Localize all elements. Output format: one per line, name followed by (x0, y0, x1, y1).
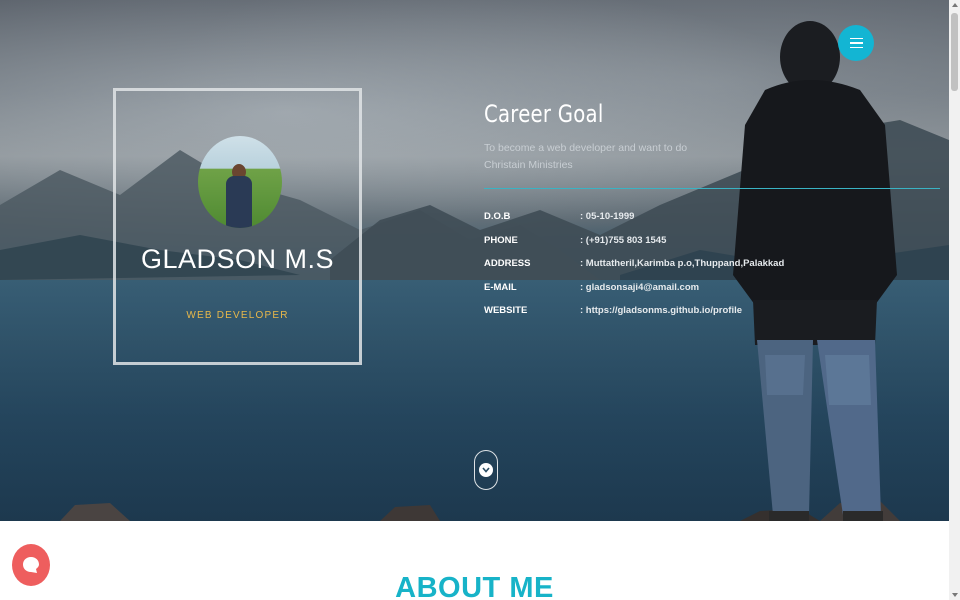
info-value: : (+91)755 803 1545 (580, 234, 667, 246)
info-key: ADDRESS (484, 258, 531, 270)
info-key: PHONE (484, 234, 518, 246)
chat-button[interactable] (12, 544, 50, 586)
info-value[interactable]: : gladsonsaji4@amail.com (580, 282, 699, 293)
career-section: Career Goal To become a web developer an… (484, 100, 940, 323)
avatar (198, 136, 282, 228)
hamburger-icon (849, 37, 863, 40)
info-key: WEBSITE (484, 305, 528, 317)
info-row-website: WEBSITE : https://gladsonms.github.io/pr… (484, 299, 940, 323)
scroll-down-arrow[interactable] (952, 593, 958, 597)
info-key: E-MAIL (484, 281, 517, 293)
profile-role: WEB DEVELOPER (186, 310, 289, 321)
info-row-address: ADDRESS : Muttatheril,Karimba p.o,Thuppa… (484, 252, 940, 276)
career-divider (484, 188, 940, 189)
chevron-down-icon (479, 463, 493, 477)
info-value: : 05-10-1999 (580, 211, 635, 223)
info-list: D.O.B : 05-10-1999 PHONE : (+91)755 803 … (484, 205, 940, 323)
avatar-body (226, 176, 252, 228)
info-value[interactable]: : https://gladsonms.github.io/profile (580, 305, 742, 316)
scroll-up-arrow[interactable] (952, 3, 958, 7)
info-row-dob: D.O.B : 05-10-1999 (484, 205, 940, 229)
page-scrollbar[interactable] (949, 0, 960, 600)
info-value: : Muttatheril,Karimba p.o,Thuppand,Palak… (580, 258, 785, 270)
career-text: To become a web developer and want to do… (484, 142, 688, 171)
hamburger-icon (849, 42, 863, 44)
scroll-down-button[interactable] (474, 450, 498, 490)
hero-section: GLADSON M.S WEB DEVELOPER Career Goal To… (0, 0, 949, 521)
chat-bubble-icon (23, 557, 39, 573)
scrollbar-thumb[interactable] (951, 13, 958, 91)
menu-button[interactable] (838, 25, 874, 61)
profile-name: GLADSON M.S (140, 244, 335, 274)
info-key: D.O.B (484, 211, 511, 223)
info-row-phone: PHONE : (+91)755 803 1545 (484, 229, 940, 253)
career-title: Career Goal (484, 100, 604, 128)
hamburger-icon (849, 46, 863, 49)
profile-card: GLADSON M.S WEB DEVELOPER (113, 88, 362, 365)
about-title: ABOUT ME (395, 572, 554, 600)
info-row-email: E-MAIL : gladsonsaji4@amail.com (484, 276, 940, 300)
